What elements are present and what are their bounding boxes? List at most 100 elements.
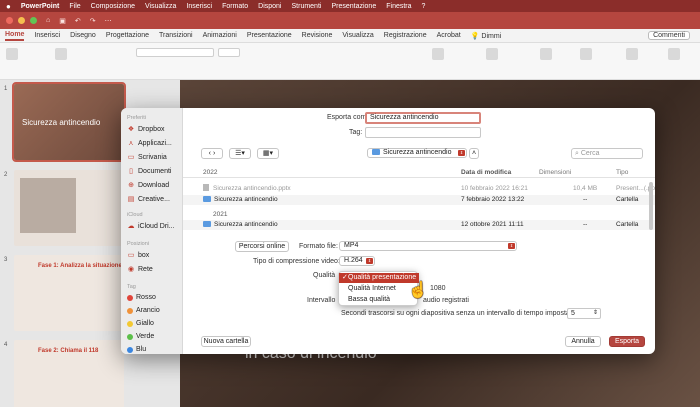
tag-color-dot: [127, 333, 133, 340]
sidebar-item-applications[interactable]: ⋏ Applicazi...: [127, 139, 171, 148]
tab-transitions[interactable]: Transizioni: [159, 32, 193, 39]
zoom-window-button[interactable]: [30, 17, 37, 24]
undo-icon[interactable]: ↶: [75, 17, 81, 25]
menu-format[interactable]: Formato: [222, 3, 248, 10]
tell-me[interactable]: 💡 Dimmi: [471, 32, 502, 40]
slide-number: 3: [4, 257, 8, 263]
picture-button[interactable]: [486, 48, 498, 62]
sidebar-tag-blue[interactable]: Blu: [127, 346, 146, 353]
font-size-box[interactable]: [218, 48, 240, 57]
sidebar-item-creative-cloud[interactable]: ▤ Creative...: [127, 195, 170, 204]
font-name-box[interactable]: [136, 48, 214, 57]
seconds-stepper[interactable]: 5 ⇕: [567, 308, 601, 319]
column-size[interactable]: Dimensioni: [539, 169, 571, 176]
back-forward-buttons[interactable]: ‹ ›: [201, 148, 223, 159]
menu-help[interactable]: ?: [422, 3, 426, 10]
quality-option-low[interactable]: Bassa qualità: [339, 295, 419, 305]
quality-option-presentation[interactable]: ✓ Qualità presentazione: [339, 273, 419, 283]
apple-icon[interactable]: ●: [6, 2, 11, 11]
sidebar-tag-red[interactable]: Rosso: [127, 294, 156, 301]
view-grid-button[interactable]: ▦▾: [257, 148, 279, 159]
tag-color-dot: [127, 294, 133, 301]
paste-button[interactable]: [6, 48, 18, 62]
location-popup[interactable]: Sicurezza antincendio ⇕: [367, 148, 467, 158]
more-icon[interactable]: ⋯: [105, 17, 112, 25]
sidebar-tag-yellow[interactable]: Giallo: [127, 320, 154, 327]
column-type[interactable]: Tipo: [616, 169, 628, 176]
slide-thumbnail-2[interactable]: [14, 170, 124, 246]
sidebar-item-documents[interactable]: ▯ Documenti: [127, 167, 171, 176]
tab-review[interactable]: Revisione: [302, 32, 333, 39]
menu-tools[interactable]: Strumenti: [292, 3, 322, 10]
sidebar-item-desktop[interactable]: ▭ Scrivania: [127, 153, 167, 162]
stepper-arrows-icon[interactable]: ⇕: [593, 309, 598, 318]
sidebar-tag-green[interactable]: Verde: [127, 333, 154, 340]
file-format-popup[interactable]: MP4 ⇕: [339, 241, 517, 251]
menu-slideshow[interactable]: Presentazione: [331, 3, 376, 10]
tab-draw[interactable]: Disegno: [70, 32, 96, 39]
view-list-button[interactable]: ☰▾: [229, 148, 251, 159]
designer-button[interactable]: [626, 48, 638, 62]
tab-acrobat[interactable]: Acrobat: [437, 32, 461, 39]
menu-insert[interactable]: Inserisci: [186, 3, 212, 10]
new-folder-button[interactable]: Nuova cartella: [201, 336, 251, 347]
compression-popup[interactable]: H.264 ⇕: [339, 256, 375, 266]
sidebar-header-tags: Tag: [127, 284, 136, 290]
menu-arrange[interactable]: Disponi: [258, 3, 281, 10]
file-name: Sicurezza antincendio.pptx: [203, 184, 291, 194]
tab-home[interactable]: Home: [5, 31, 25, 41]
sidebar-item-network[interactable]: ◉ Rete: [127, 265, 153, 274]
cloud-icon: ☁: [127, 223, 135, 230]
online-locations-button[interactable]: Percorsi online: [235, 241, 289, 252]
menu-edit[interactable]: Composizione: [91, 3, 135, 10]
menu-app-name[interactable]: PowerPoint: [21, 3, 60, 10]
home-icon[interactable]: ⌂: [46, 17, 50, 24]
slide-number: 2: [4, 172, 8, 178]
sidebar-item-dropbox[interactable]: ❖ Dropbox: [127, 125, 165, 134]
more-ribbon-button[interactable]: [668, 48, 680, 62]
popup-stepper-icon: ⇕: [458, 150, 465, 156]
save-icon[interactable]: ▣: [59, 17, 66, 25]
close-window-button[interactable]: [6, 17, 13, 24]
export-button[interactable]: Esporta: [609, 336, 645, 347]
arrange-button[interactable]: [540, 48, 552, 62]
file-row[interactable]: Sicurezza antincendio 12 ottobre 2021 11…: [183, 220, 655, 230]
tab-slideshow[interactable]: Presentazione: [247, 32, 292, 39]
file-size: 10,4 MB: [573, 185, 598, 192]
sidebar-item-box[interactable]: ▭ box: [127, 251, 150, 260]
sidebar-item-downloads[interactable]: ⊕ Download: [127, 181, 169, 190]
quick-styles-button[interactable]: [580, 48, 592, 62]
tab-view[interactable]: Visualizza: [342, 32, 373, 39]
tab-design[interactable]: Progettazione: [106, 32, 149, 39]
column-date-modified[interactable]: Data di modifica: [461, 169, 511, 176]
slide-thumbnail-4[interactable]: Fase 2: Chiama il 118: [14, 340, 124, 407]
new-slide-button[interactable]: [55, 48, 67, 62]
cancel-button[interactable]: Annulla: [565, 336, 601, 347]
file-list-scrollbar[interactable]: [649, 182, 653, 230]
tab-recording[interactable]: Registrazione: [384, 32, 427, 39]
file-name: Sicurezza antincendio: [203, 220, 278, 230]
menu-window[interactable]: Finestra: [386, 3, 411, 10]
tab-insert[interactable]: Inserisci: [34, 32, 60, 39]
redo-icon[interactable]: ↷: [90, 17, 96, 25]
sidebar-item-icloud-drive[interactable]: ☁ iCloud Dri...: [127, 222, 175, 231]
quality-option-internet[interactable]: Qualità Internet: [339, 284, 419, 294]
convert-smartart-button[interactable]: [432, 48, 444, 62]
menu-file[interactable]: File: [69, 3, 80, 10]
sidebar-tag-orange[interactable]: Arancio: [127, 307, 160, 314]
tags-input[interactable]: [365, 127, 481, 138]
collapse-button[interactable]: ˄: [469, 148, 479, 159]
file-row[interactable]: Sicurezza antincendio 7 febbraio 2022 13…: [183, 195, 655, 205]
comments-button[interactable]: Commenti: [648, 31, 690, 40]
paste-icon: [6, 48, 18, 60]
slide-thumbnail-1[interactable]: Sicurezza antincendio: [12, 82, 126, 162]
export-as-input[interactable]: Sicurezza antincendio: [365, 112, 481, 124]
file-row[interactable]: Sicurezza antincendio.pptx 10 febbraio 2…: [183, 184, 655, 194]
slide-thumbnail-3[interactable]: Fase 1: Analizza la situazione: [14, 255, 124, 331]
minimize-window-button[interactable]: [18, 17, 25, 24]
tab-animations[interactable]: Animazioni: [203, 32, 237, 39]
search-input[interactable]: ⌕ Cerca: [571, 148, 643, 159]
file-format-label: Formato file:: [299, 243, 338, 250]
menu-view[interactable]: Visualizza: [145, 3, 176, 10]
styles-icon: [580, 48, 592, 60]
